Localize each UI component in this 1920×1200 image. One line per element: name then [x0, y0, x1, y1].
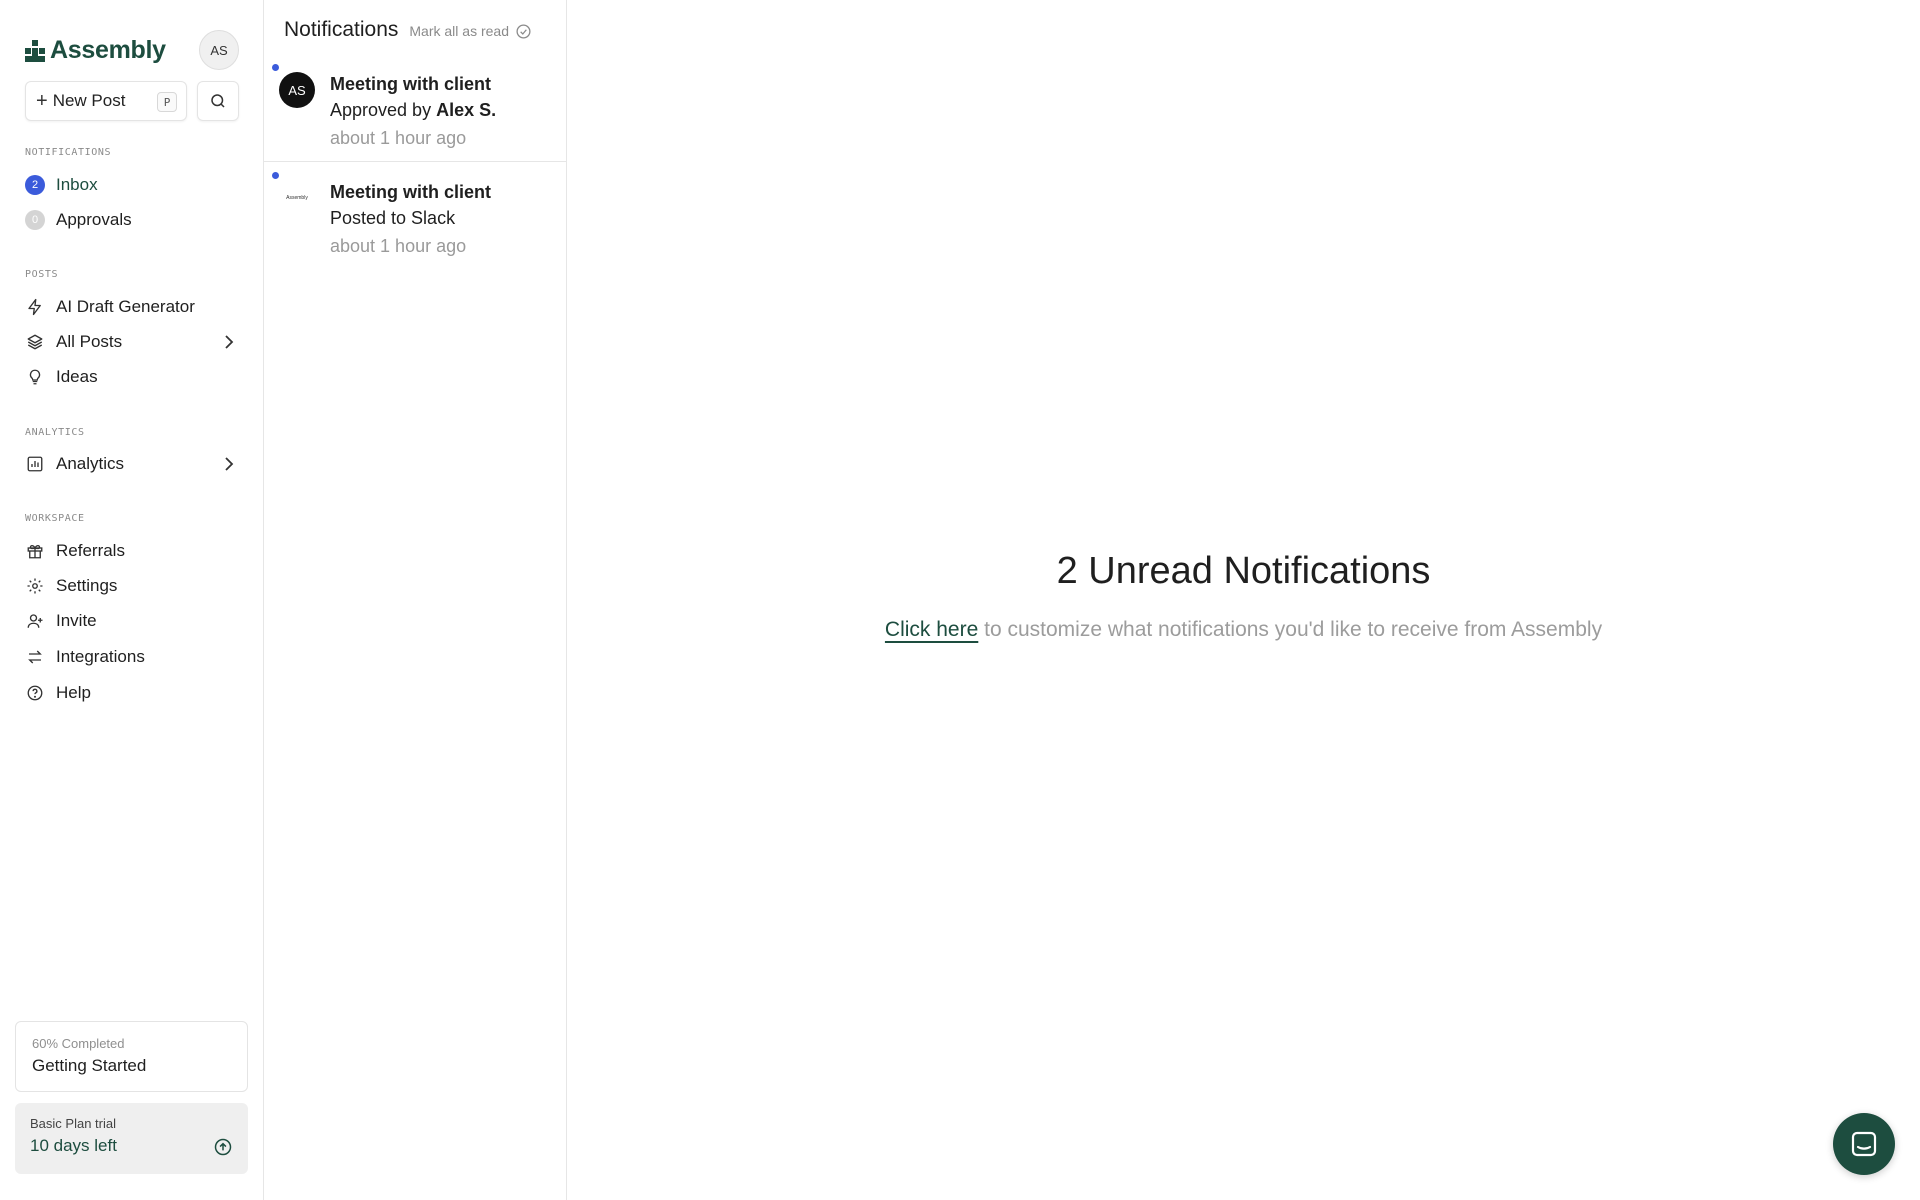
- assembly-logo-icon: [25, 39, 45, 62]
- new-post-label: New Post: [52, 91, 126, 110]
- notification-title: Meeting with client: [330, 182, 492, 202]
- sidebar-item-integrations[interactable]: Integrations: [25, 642, 239, 672]
- getting-started-title: Getting Started: [32, 1056, 147, 1075]
- new-post-button[interactable]: + New Post P: [25, 81, 187, 121]
- notification-time: about 1 hour ago: [330, 128, 467, 148]
- plus-icon: +: [36, 90, 48, 112]
- assembly-logo[interactable]: Assembly: [25, 36, 166, 65]
- plan-trial-card: Basic Plan trial 10 days left: [15, 1103, 248, 1174]
- notifications-title: Notifications: [284, 18, 399, 41]
- chevron-right-icon[interactable]: [221, 333, 237, 356]
- sidebar: Assembly AS + New Post P NOTIFICATIONS 2…: [0, 0, 264, 1200]
- customize-notifications-link[interactable]: Click here: [885, 618, 978, 641]
- mark-all-read-label: Mark all as read: [409, 23, 509, 39]
- progress-percent-label: 60% Completed: [32, 1036, 125, 1051]
- gear-icon: [25, 576, 45, 596]
- brand-row: Assembly AS: [25, 30, 239, 72]
- search-button[interactable]: [197, 81, 239, 121]
- sidebar-item-label: All Posts: [56, 332, 123, 351]
- getting-started-card[interactable]: 60% Completed Getting Started: [15, 1021, 248, 1092]
- layers-icon: [25, 332, 45, 352]
- unread-dot: [272, 172, 279, 179]
- lightning-icon: [25, 297, 45, 317]
- assembly-avatar: Assembly: [279, 180, 315, 216]
- brand-name: Assembly: [50, 36, 166, 64]
- chat-icon: [1851, 1131, 1877, 1157]
- unread-count-heading: 2 Unread Notifications: [1056, 550, 1431, 592]
- section-label-workspace: WORKSPACE: [25, 513, 85, 524]
- gift-icon: [25, 541, 45, 561]
- inbox-count-badge: 2: [25, 175, 45, 195]
- notifications-header: Notifications Mark all as read: [284, 15, 554, 45]
- sidebar-item-help[interactable]: Help: [25, 678, 239, 708]
- notifications-panel: Notifications Mark all as read AS Meetin…: [264, 0, 567, 1200]
- notification-description: Posted to Slack: [330, 208, 456, 228]
- sidebar-item-label: Settings: [56, 576, 118, 595]
- new-post-shortcut: P: [157, 92, 177, 112]
- sidebar-item-analytics[interactable]: Analytics: [25, 449, 239, 479]
- notification-actor: Alex S.: [436, 100, 497, 120]
- plan-label: Basic Plan trial: [30, 1116, 116, 1131]
- notification-item[interactable]: Assembly Meeting with client Posted to S…: [264, 162, 566, 270]
- sidebar-item-label: Referrals: [56, 541, 125, 560]
- unread-dot: [272, 64, 279, 71]
- notification-time: about 1 hour ago: [330, 236, 467, 256]
- sidebar-item-label: Analytics: [56, 454, 125, 473]
- user-avatar[interactable]: AS: [199, 30, 239, 70]
- check-circle-icon: [516, 23, 531, 39]
- section-label-analytics: ANALYTICS: [25, 427, 85, 438]
- help-circle-icon: [25, 683, 45, 703]
- customize-notifications-text: Click here to customize what notificatio…: [567, 618, 1920, 642]
- sidebar-item-label: Inbox: [56, 175, 98, 194]
- sidebar-item-label: Help: [56, 683, 91, 702]
- arrows-swap-icon: [25, 647, 45, 667]
- sidebar-item-label: Integrations: [56, 647, 145, 666]
- lightbulb-icon: [25, 367, 45, 387]
- search-icon: [211, 94, 225, 108]
- mark-all-read-button[interactable]: Mark all as read: [409, 23, 532, 40]
- sidebar-item-settings[interactable]: Settings: [25, 571, 239, 601]
- sidebar-item-ideas[interactable]: Ideas: [25, 362, 239, 392]
- new-post-row: + New Post P: [25, 81, 239, 121]
- trial-days-left: 10 days left: [30, 1136, 117, 1155]
- sidebar-item-label: Invite: [56, 611, 97, 630]
- sidebar-item-label: Ideas: [56, 367, 98, 386]
- sidebar-item-referrals[interactable]: Referrals: [25, 536, 239, 566]
- support-chat-button[interactable]: [1833, 1113, 1895, 1175]
- sidebar-item-label: AI Draft Generator: [56, 297, 195, 316]
- notification-title: Meeting with client: [330, 74, 492, 94]
- section-label-notifications: NOTIFICATIONS: [25, 147, 112, 158]
- notification-body: Meeting with client Posted to Slack abou…: [330, 179, 555, 261]
- sidebar-item-invite[interactable]: Invite: [25, 606, 239, 636]
- sidebar-item-approvals[interactable]: 0 Approvals: [25, 205, 239, 235]
- approvals-count-badge: 0: [25, 210, 45, 230]
- sidebar-item-all-posts[interactable]: All Posts: [25, 327, 239, 357]
- main-content: 2 Unread Notifications Click here to cus…: [567, 0, 1920, 1200]
- sidebar-item-label: Approvals: [56, 210, 132, 229]
- notification-body: Meeting with client Approved by Alex S. …: [330, 71, 555, 153]
- notification-item[interactable]: AS Meeting with client Approved by Alex …: [264, 54, 566, 162]
- chevron-right-icon[interactable]: [221, 455, 237, 478]
- upgrade-arrow-icon[interactable]: [213, 1137, 233, 1162]
- chart-icon: [25, 454, 45, 474]
- sidebar-item-ai-draft-generator[interactable]: AI Draft Generator: [25, 292, 239, 322]
- user-plus-icon: [25, 611, 45, 631]
- section-label-posts: POSTS: [25, 269, 59, 280]
- notification-description: Approved by Alex S.: [330, 100, 497, 120]
- avatar: AS: [279, 72, 315, 108]
- sidebar-item-inbox[interactable]: 2 Inbox: [25, 170, 239, 200]
- customize-notifications-rest: to customize what notifications you'd li…: [978, 618, 1603, 641]
